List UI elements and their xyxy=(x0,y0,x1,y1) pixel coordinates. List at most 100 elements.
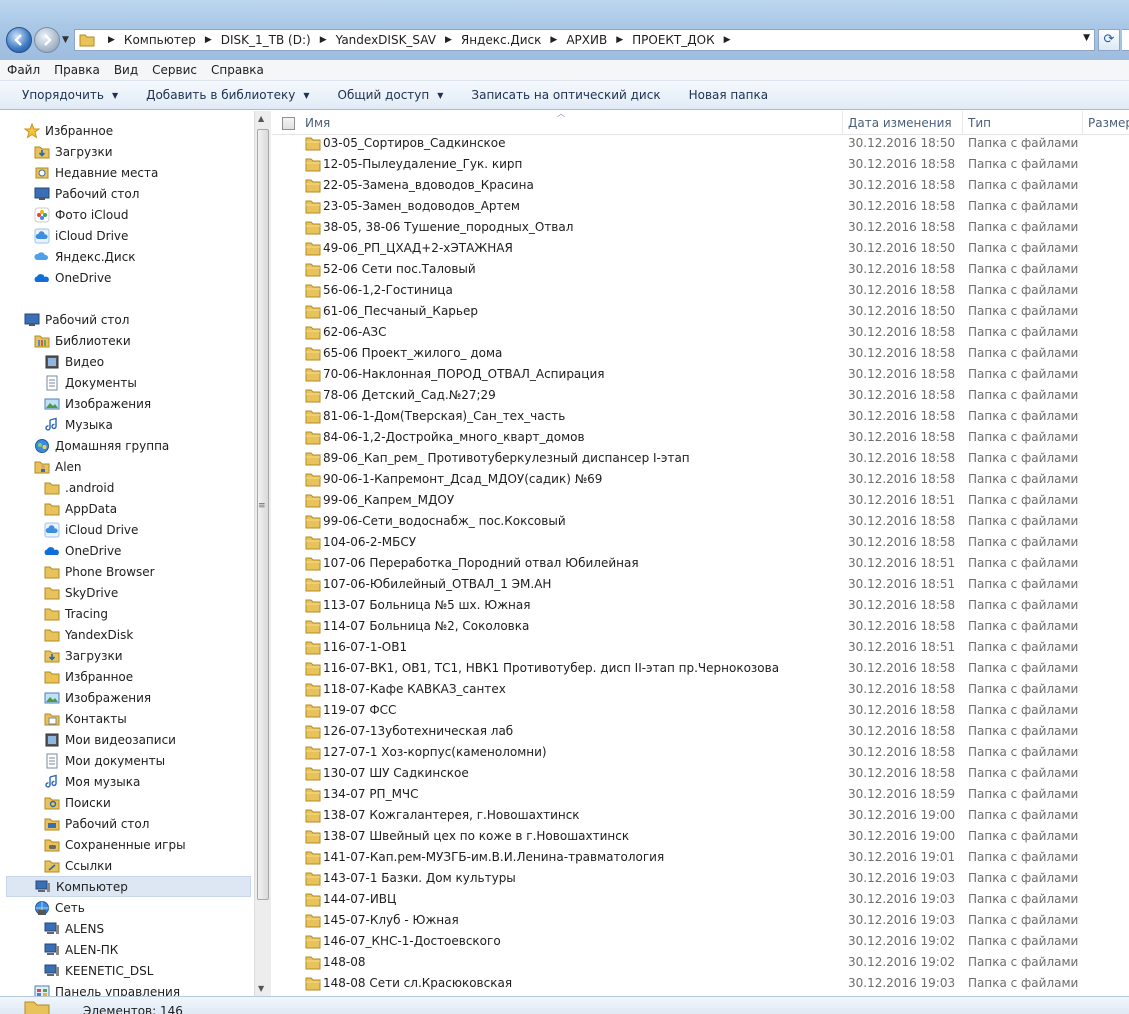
nav-item[interactable]: Сохраненные игры xyxy=(0,834,186,855)
table-row[interactable]: 134-07 РП_МЧС 30.12.2016 18:59 Папка с фай… xyxy=(272,784,1129,805)
table-row[interactable]: 126-07-13убoтехническая лаб 30.12.2016 18… xyxy=(272,721,1129,742)
address-box[interactable]: ▶ Компьютер ▶ DISK_1_TB (D:) ▶ YandexDISK_SAV… xyxy=(74,29,1095,51)
table-row[interactable]: 56-06-1,2-Гостиница 30.12.2016 18:58 Папка… xyxy=(272,280,1129,301)
nav-item[interactable]: Поиски xyxy=(0,792,111,813)
new-folder-button[interactable]: Новая папка xyxy=(689,88,768,102)
address-history-dropdown[interactable]: ▼ xyxy=(1083,33,1090,43)
table-row[interactable]: 145-07-Клуб - Южная 30.12.2016 19:03 Папка… xyxy=(272,910,1129,931)
breadcrumb-item[interactable]: DISK_1_TB (D:) xyxy=(221,33,311,47)
table-row[interactable]: 148-08 Сети сл.Красюковская 30.12.2016 19… xyxy=(272,973,1129,994)
nav-item[interactable]: Фото iCloud xyxy=(0,204,128,225)
nav-item[interactable]: Рабочий стол xyxy=(0,309,129,330)
table-row[interactable]: 65-06 Проект_жилого_ дома 30.12.2016 18:5… xyxy=(272,343,1129,364)
table-row[interactable]: 116-07-ВК1, ОВ1, ТС1, НВК1 Противотубер.… xyxy=(272,658,1129,679)
table-row[interactable]: 84-06-1,2-Достройка_много_кварт_домов 30.… xyxy=(272,427,1129,448)
breadcrumb-separator-icon[interactable]: ▶ xyxy=(445,35,452,45)
table-row[interactable]: 52-06 Сети пос.Таловый 30.12.2016 18:58 Па… xyxy=(272,259,1129,280)
recent-pages-dropdown[interactable]: ▼ xyxy=(62,35,69,45)
nav-item[interactable]: iCloud Drive xyxy=(0,519,138,540)
nav-item[interactable]: ALEN-ПК xyxy=(0,939,118,960)
table-row[interactable]: 138-07 Кожгалантерея, г.Новошахтинск 30.1… xyxy=(272,805,1129,826)
table-row[interactable]: 70-06-Наклонная_ПОРОД_ОТВАЛ_Аспирация 30.… xyxy=(272,364,1129,385)
column-type[interactable]: Тип xyxy=(963,111,1083,135)
table-row[interactable]: 22-05-Замена_вдоводов_Красина 30.12.2016 … xyxy=(272,175,1129,196)
scrollbar-thumb[interactable] xyxy=(257,129,269,900)
organize-button[interactable]: Упорядочить ▼ xyxy=(22,88,118,102)
breadcrumb-item[interactable]: YandexDISK_SAV xyxy=(336,33,436,47)
nav-item[interactable]: Рабочий стол xyxy=(0,813,149,834)
nav-item[interactable]: Яндекс.Диск xyxy=(0,246,136,267)
nav-item[interactable]: Компьютер xyxy=(6,876,251,897)
table-row[interactable]: 119-07 ФСС 30.12.2016 18:58 Папка с файлам… xyxy=(272,700,1129,721)
nav-item[interactable]: Изображения xyxy=(0,687,151,708)
nav-item[interactable]: Мои видеозаписи xyxy=(0,729,176,750)
nav-item[interactable]: Загрузки xyxy=(0,141,113,162)
menu-item[interactable]: Вид xyxy=(114,63,138,77)
nav-item[interactable]: Домашняя группа xyxy=(0,435,169,456)
nav-item[interactable]: Документы xyxy=(0,372,137,393)
breadcrumb-item[interactable]: АРХИВ xyxy=(566,33,607,47)
nav-item[interactable]: Избранное xyxy=(0,120,113,141)
nav-item[interactable]: SkyDrive xyxy=(0,582,118,603)
menu-item[interactable]: Справка xyxy=(211,63,264,77)
refresh-button[interactable]: ⟳ xyxy=(1098,29,1120,51)
column-size[interactable]: Размер xyxy=(1083,111,1129,135)
nav-item[interactable]: OneDrive xyxy=(0,540,121,561)
forward-button[interactable] xyxy=(34,27,60,53)
nav-item[interactable]: Phone Browser xyxy=(0,561,155,582)
nav-item[interactable]: Ссылки xyxy=(0,855,112,876)
table-row[interactable]: 81-06-1-Дом(Тверская)_Сан_тех_часть 30.12… xyxy=(272,406,1129,427)
table-row[interactable]: 78-06 Детский_Сад.№27;29 30.12.2016 18:58… xyxy=(272,385,1129,406)
nav-item[interactable]: Видео xyxy=(0,351,104,372)
table-row[interactable]: 99-06_Капрем_МДОУ 30.12.2016 18:51 Папка с… xyxy=(272,490,1129,511)
breadcrumb-item[interactable]: Яндекс.Диск xyxy=(461,33,542,47)
table-row[interactable]: 99-06-Сети_водоснабж_ пос.Коксовый 30.12.… xyxy=(272,511,1129,532)
menu-item[interactable]: Сервис xyxy=(152,63,197,77)
nav-item[interactable]: Сеть xyxy=(0,897,85,918)
burn-disc-button[interactable]: Записать на оптический диск xyxy=(471,88,660,102)
table-row[interactable]: 118-07-Кафе КАВКАЗ_сантех 30.12.2016 18:5… xyxy=(272,679,1129,700)
nav-item[interactable]: Недавние места xyxy=(0,162,158,183)
search-box-edge[interactable] xyxy=(1122,29,1129,51)
column-date[interactable]: Дата изменения xyxy=(843,111,963,135)
nav-item[interactable]: ALENS xyxy=(0,918,104,939)
table-row[interactable]: 03-05_Сортиров_Садкинское 30.12.2016 18:5… xyxy=(272,133,1129,154)
nav-item[interactable]: Изображения xyxy=(0,393,151,414)
nav-item[interactable]: iCloud Drive xyxy=(0,225,128,246)
breadcrumb-item[interactable]: ПРОЕКТ_ДОК xyxy=(632,33,714,47)
nav-item[interactable]: Загрузки xyxy=(0,645,123,666)
column-name[interactable]: Имя xyxy=(300,111,843,135)
menu-item[interactable]: Файл xyxy=(7,63,40,77)
breadcrumb-separator-icon[interactable]: ▶ xyxy=(550,35,557,45)
add-to-library-button[interactable]: Добавить в библиотеку ▼ xyxy=(146,88,309,102)
table-row[interactable]: 107-06 Переработка_Породний отвал Юбилей… xyxy=(272,553,1129,574)
table-row[interactable]: 62-06-АЗС 30.12.2016 18:58 Папка с файлами xyxy=(272,322,1129,343)
nav-item[interactable]: YandexDisk xyxy=(0,624,133,645)
select-all-checkbox[interactable] xyxy=(282,117,295,130)
table-row[interactable]: 49-06_РП_ЦХАД+2-хЭТАЖНАЯ 30.12.2016 18:50… xyxy=(272,238,1129,259)
nav-item[interactable]: Моя музыка xyxy=(0,771,140,792)
nav-item[interactable]: Tracing xyxy=(0,603,108,624)
share-button[interactable]: Общий доступ ▼ xyxy=(338,88,444,102)
scroll-up-icon[interactable]: ▲ xyxy=(258,114,264,123)
nav-item[interactable]: Панель управления xyxy=(0,981,180,996)
table-row[interactable]: 90-06-1-Капремонт_Дсад_МДОУ(садик) №69 30… xyxy=(272,469,1129,490)
breadcrumb-item[interactable]: Компьютер xyxy=(124,33,196,47)
table-row[interactable]: 114-07 Больница №2, Соколовка 30.12.2016 … xyxy=(272,616,1129,637)
table-row[interactable]: 116-07-1-ОВ1 30.12.2016 18:51 Папка с файл… xyxy=(272,637,1129,658)
nav-item[interactable]: KEENETIC_DSL xyxy=(0,960,153,981)
table-row[interactable]: 23-05-Замен_водоводов_Артем 30.12.2016 18… xyxy=(272,196,1129,217)
nav-item[interactable]: Рабочий стол xyxy=(0,183,139,204)
table-row[interactable]: 38-05, 38-06 Тушение_породных_Отвал 30.12… xyxy=(272,217,1129,238)
menu-item[interactable]: Правка xyxy=(54,63,100,77)
table-row[interactable]: 144-07-ИВЦ 30.12.2016 19:03 Папка с файлам… xyxy=(272,889,1129,910)
table-row[interactable]: 141-07-Кап.рем-МУЗГБ-им.В.И.Ленина-травм… xyxy=(272,847,1129,868)
breadcrumb-separator-icon[interactable]: ▶ xyxy=(205,35,212,45)
table-row[interactable]: 138-07 Швейный цех по коже в г.Новошахти… xyxy=(272,826,1129,847)
navigation-scrollbar[interactable]: ▲ ≡ ▼ xyxy=(254,111,271,996)
table-row[interactable]: 148-08 30.12.2016 19:02 Папка с файлами xyxy=(272,952,1129,973)
nav-item[interactable]: Мои документы xyxy=(0,750,165,771)
nav-item[interactable]: AppData xyxy=(0,498,117,519)
table-row[interactable]: 143-07-1 Базки. Дом культуры 30.12.2016 1… xyxy=(272,868,1129,889)
table-row[interactable]: 12-05-Пылеудаление_Гук. кирп 30.12.2016 1… xyxy=(272,154,1129,175)
